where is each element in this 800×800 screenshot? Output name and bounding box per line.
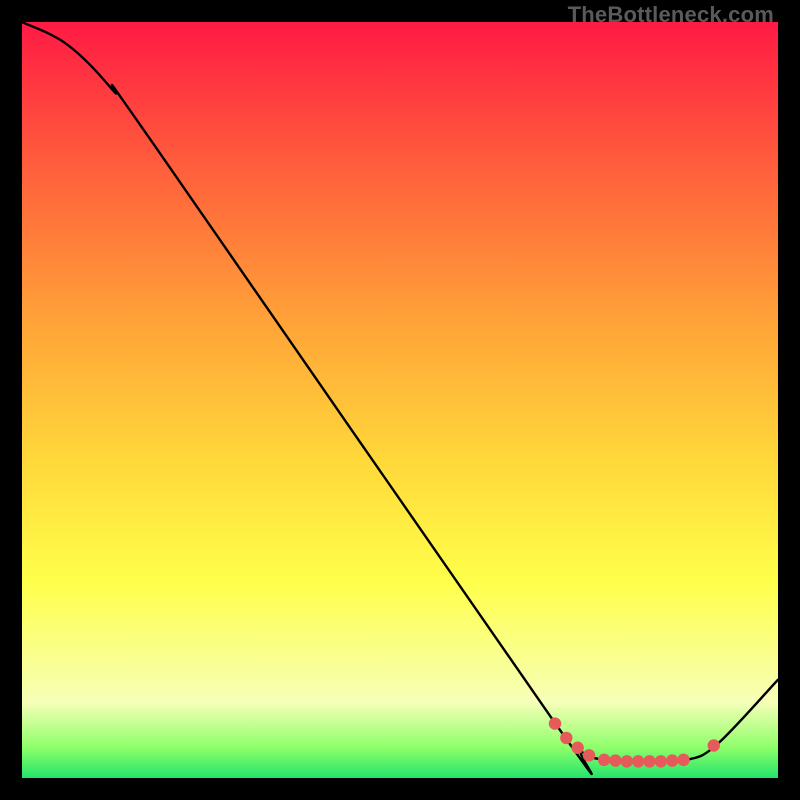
- marker-dot: [666, 754, 678, 766]
- marker-dot: [549, 717, 561, 729]
- chart-svg: [22, 22, 778, 778]
- marker-dot: [655, 755, 667, 767]
- chart-frame: TheBottleneck.com: [0, 0, 800, 800]
- marker-dot: [621, 755, 633, 767]
- marker-dot: [598, 754, 610, 766]
- marker-dot: [677, 754, 689, 766]
- marker-dot: [571, 742, 583, 754]
- marker-dot: [643, 755, 655, 767]
- marker-dot: [609, 754, 621, 766]
- gradient-background: [22, 22, 778, 778]
- marker-dot: [708, 739, 720, 751]
- marker-dot: [560, 732, 572, 744]
- marker-dot: [583, 749, 595, 761]
- plot-area: [22, 22, 778, 778]
- marker-dot: [632, 755, 644, 767]
